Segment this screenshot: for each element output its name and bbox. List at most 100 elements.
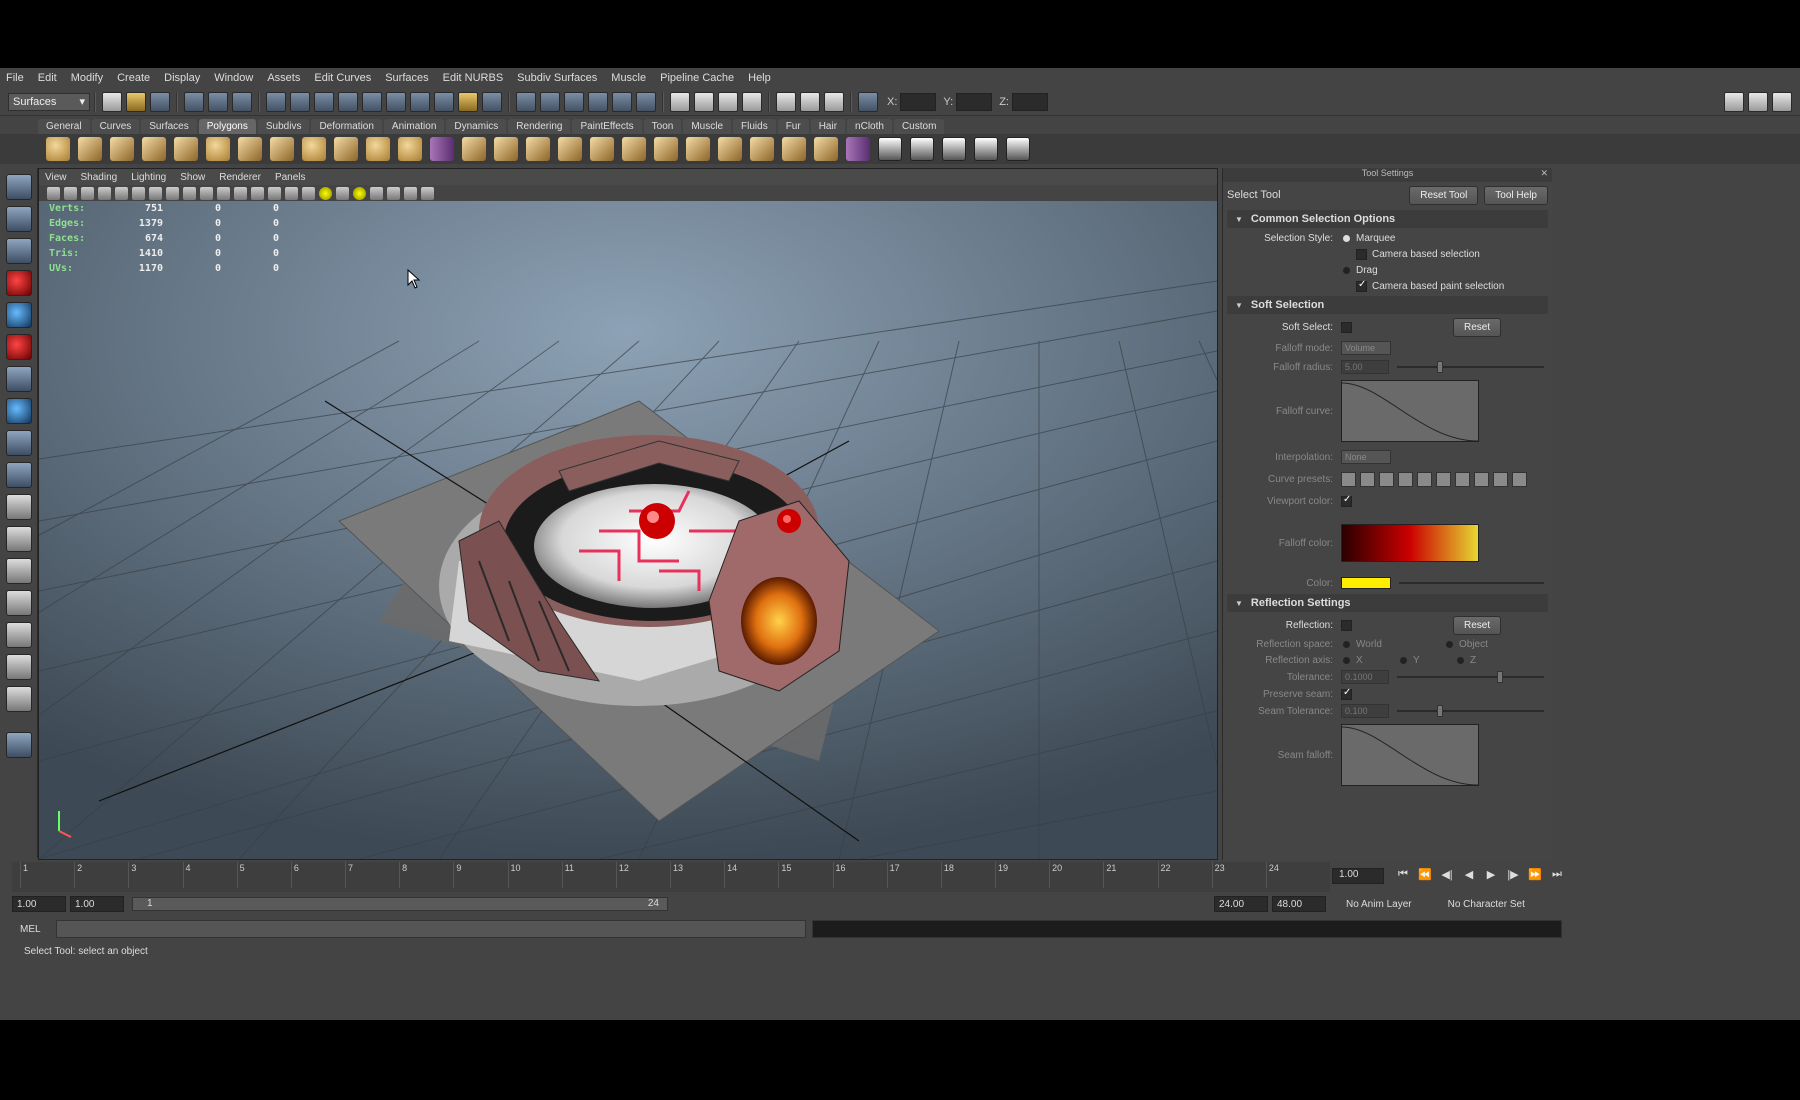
curve-preset-icon[interactable]	[1474, 471, 1489, 487]
falloff-radius-input[interactable]: 5.00	[1341, 360, 1389, 374]
go-to-start-icon[interactable]: ⏮	[1392, 868, 1414, 881]
soft-select-checkbox[interactable]	[1341, 321, 1352, 333]
curve-preset-icon[interactable]	[1417, 471, 1432, 487]
shelf-tab-deformation[interactable]: Deformation	[311, 119, 382, 134]
section-reflection-settings[interactable]: Reflection Settings	[1227, 594, 1548, 612]
camera-attributes-icon[interactable]	[64, 186, 77, 200]
select-component-icon[interactable]	[232, 91, 252, 112]
smooth-icon[interactable]	[462, 137, 486, 161]
axis-x-radio[interactable]	[1343, 656, 1350, 664]
soft-mod-tool-icon[interactable]	[6, 398, 32, 424]
curve-preset-icon[interactable]	[1436, 471, 1451, 487]
color-slider[interactable]	[1399, 582, 1544, 584]
hypershade-icon[interactable]	[694, 91, 714, 112]
menu-assets[interactable]: Assets	[267, 72, 300, 84]
step-forward-frame-icon[interactable]: |▶	[1502, 868, 1524, 881]
tolerance-input[interactable]: 0.1000	[1341, 670, 1389, 684]
layout-custom-icon[interactable]	[6, 686, 32, 712]
last-tool-icon[interactable]	[6, 462, 32, 488]
textured-icon[interactable]	[302, 186, 315, 200]
combine-icon[interactable]	[366, 137, 390, 161]
gear-icon[interactable]	[6, 732, 32, 758]
step-back-key-icon[interactable]: ⏪	[1414, 868, 1436, 881]
step-back-frame-icon[interactable]: ◀|	[1436, 868, 1458, 881]
shelf-tab-curves[interactable]: Curves	[91, 119, 140, 134]
transform-mode-icon[interactable]	[858, 91, 878, 112]
command-input[interactable]	[56, 920, 806, 938]
menu-muscle[interactable]: Muscle	[611, 72, 646, 84]
bridge-icon[interactable]	[590, 137, 614, 161]
y-input[interactable]	[956, 92, 993, 111]
playback-end-field[interactable]: 24.00	[1214, 896, 1268, 912]
go-to-end-icon[interactable]: ⏭	[1546, 868, 1568, 881]
preserve-seam-checkbox[interactable]	[1341, 687, 1352, 700]
camera-paint-checkbox[interactable]	[1356, 279, 1367, 292]
open-scene-icon[interactable]	[126, 91, 146, 112]
snap-curve-icon[interactable]	[290, 91, 310, 112]
seam-tolerance-slider[interactable]	[1397, 705, 1544, 717]
menu-subdiv-surfaces[interactable]: Subdiv Surfaces	[517, 72, 597, 84]
xray-joints-icon[interactable]	[404, 186, 417, 200]
range-slider[interactable]: 1 24	[132, 897, 668, 911]
separate-icon[interactable]	[398, 137, 422, 161]
step-forward-key-icon[interactable]: ⏩	[1524, 868, 1546, 881]
output-ops-icon[interactable]	[540, 91, 560, 112]
curve-preset-icon[interactable]	[1455, 471, 1470, 487]
poly-pipe-icon[interactable]	[270, 137, 294, 161]
move-tool-icon[interactable]	[6, 270, 32, 296]
shelf-tab-fluids[interactable]: Fluids	[733, 119, 776, 134]
axis-z-radio[interactable]	[1457, 656, 1464, 664]
shelf-tab-muscle[interactable]: Muscle	[683, 119, 732, 134]
viewport-menu-view[interactable]: View	[45, 172, 67, 183]
poly-helix-icon[interactable]	[334, 137, 358, 161]
select-hierarchy-icon[interactable]	[184, 91, 204, 112]
viewport-menu-shading[interactable]: Shading	[81, 172, 118, 183]
curve-preset-icon[interactable]	[1379, 471, 1394, 487]
wireframe-icon[interactable]	[251, 186, 264, 200]
layout-graph-persp-icon[interactable]	[6, 590, 32, 616]
camera-based-checkbox[interactable]	[1356, 248, 1367, 260]
curve-preset-icon[interactable]	[1398, 471, 1413, 487]
falloff-mode-dropdown[interactable]: Volume	[1341, 341, 1391, 355]
section-soft-selection[interactable]: Soft Selection	[1227, 296, 1548, 314]
poly-pyramid-icon[interactable]	[238, 137, 262, 161]
perspective-viewport[interactable]: View Shading Lighting Show Renderer Pane…	[38, 168, 1218, 860]
construction-history-icon[interactable]	[564, 91, 584, 112]
poly-cube-icon[interactable]	[78, 137, 102, 161]
hardware-texture-icon[interactable]	[353, 186, 366, 200]
save-scene-icon[interactable]	[150, 91, 170, 112]
safe-action-icon[interactable]	[217, 186, 230, 200]
reflection-checkbox[interactable]	[1341, 619, 1352, 631]
drag-radio[interactable]	[1343, 266, 1350, 274]
toggle-tool-settings-icon[interactable]	[1748, 91, 1768, 112]
extrude-icon[interactable]	[558, 137, 582, 161]
rotate-tool-icon[interactable]	[6, 302, 32, 328]
playback-start-field[interactable]: 1.00	[70, 896, 124, 912]
shelf-tab-painteffects[interactable]: PaintEffects	[572, 119, 642, 134]
menu-edit-curves[interactable]: Edit Curves	[314, 72, 371, 84]
new-scene-icon[interactable]	[102, 91, 122, 112]
history-icon[interactable]	[482, 91, 502, 112]
character-set-dropdown[interactable]: No Character Set	[1448, 899, 1525, 910]
menu-file[interactable]: File	[6, 72, 24, 84]
viewport-menu-lighting[interactable]: Lighting	[131, 172, 166, 183]
xray-icon[interactable]	[387, 186, 400, 200]
interpolation-dropdown[interactable]: None	[1341, 450, 1391, 464]
pick-mask-icon[interactable]	[410, 91, 430, 112]
shelf-tab-toon[interactable]: Toon	[643, 119, 682, 134]
poly-cone-icon[interactable]	[142, 137, 166, 161]
channel-box-icon[interactable]	[776, 91, 796, 112]
falloff-radius-slider[interactable]	[1397, 361, 1544, 373]
menu-window[interactable]: Window	[214, 72, 253, 84]
attribute-editor-icon[interactable]	[742, 91, 762, 112]
snap-grid-icon[interactable]	[266, 91, 286, 112]
uv-spherical-icon[interactable]	[942, 137, 966, 161]
toggle-channel-box-icon[interactable]	[1772, 91, 1792, 112]
menu-modify[interactable]: Modify	[71, 72, 103, 84]
viewport-menu-show[interactable]: Show	[180, 172, 205, 183]
shelf-tab-polygons[interactable]: Polygons	[198, 119, 256, 134]
uv-cylindrical-icon[interactable]	[910, 137, 934, 161]
lock-icon[interactable]	[458, 91, 478, 112]
layout-outliner-persp-icon[interactable]	[6, 558, 32, 584]
render-current-icon[interactable]	[612, 91, 632, 112]
